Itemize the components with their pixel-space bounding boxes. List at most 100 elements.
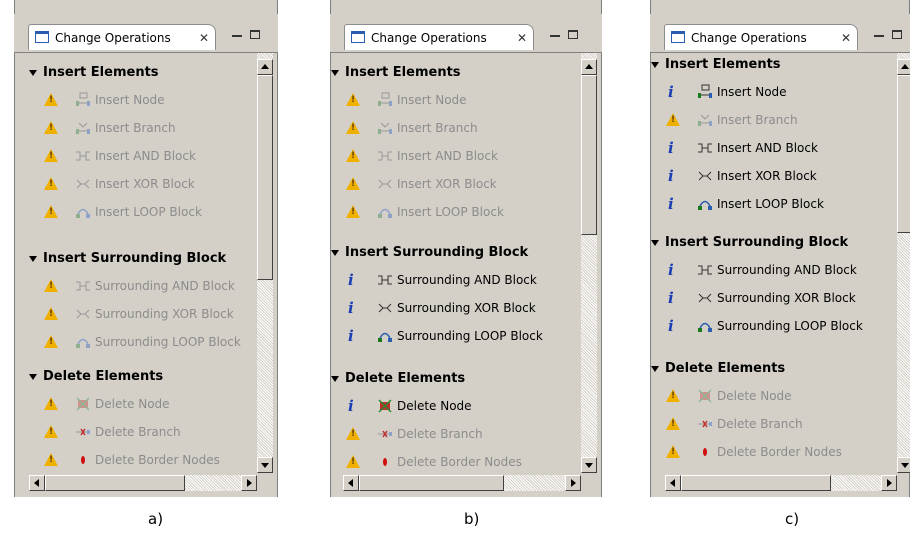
close-icon[interactable]: ✕ (841, 25, 851, 51)
scroll-down-button[interactable] (897, 457, 910, 473)
operation-item[interactable]: i Insert LOOP Block (665, 195, 895, 213)
status-indicator (665, 387, 681, 405)
section-header[interactable]: Insert Surrounding Block (651, 235, 848, 250)
maximize-icon[interactable] (250, 30, 260, 39)
status-indicator: i (665, 289, 681, 307)
section-header[interactable]: Insert Surrounding Block (29, 251, 226, 266)
change-operations-panel: Change Operations ✕ Insert Elements i In… (650, 0, 910, 497)
operation-item: Delete Border Nodes (345, 453, 579, 471)
section-header[interactable]: Delete Elements (651, 361, 785, 376)
operation-item[interactable]: i Surrounding LOOP Block (665, 317, 895, 335)
operation-item[interactable]: i Surrounding XOR Block (665, 289, 895, 307)
status-indicator (43, 395, 59, 413)
collapse-triangle-icon[interactable] (331, 375, 339, 382)
operation-item: Delete Border Nodes (43, 451, 255, 469)
operation-item[interactable]: i Surrounding AND Block (345, 271, 579, 289)
vertical-scrollbar[interactable] (581, 53, 597, 473)
operation-item: Surrounding XOR Block (43, 305, 255, 323)
warning-icon (44, 279, 58, 292)
operation-item: Delete Node (665, 387, 895, 405)
operation-item: Surrounding AND Block (43, 277, 255, 295)
operation-item[interactable]: i Surrounding LOOP Block (345, 327, 579, 345)
collapse-triangle-icon[interactable] (29, 69, 37, 76)
vertical-scroll-thumb[interactable] (581, 75, 597, 235)
status-indicator: i (345, 271, 361, 289)
view-icon (351, 31, 365, 43)
close-icon[interactable]: ✕ (199, 25, 209, 51)
maximize-icon[interactable] (568, 30, 578, 39)
warning-icon (346, 149, 360, 162)
minimize-icon[interactable] (232, 35, 242, 37)
collapse-triangle-icon[interactable] (651, 365, 659, 372)
horizontal-scrollbar[interactable] (29, 475, 257, 491)
scroll-left-button[interactable] (29, 475, 45, 491)
operation-item[interactable]: i Delete Node (345, 397, 579, 415)
maximize-icon[interactable] (892, 30, 902, 39)
scroll-up-button[interactable] (257, 59, 273, 75)
vertical-scrollbar[interactable] (257, 53, 273, 473)
status-indicator (345, 147, 361, 165)
operation-item[interactable]: i Insert XOR Block (665, 167, 895, 185)
status-indicator: i (345, 397, 361, 415)
scroll-up-button[interactable] (897, 59, 910, 75)
status-indicator: i (665, 195, 681, 213)
scroll-left-button[interactable] (665, 475, 681, 491)
horizontal-scroll-thumb[interactable] (359, 475, 504, 491)
scroll-right-button[interactable] (565, 475, 581, 491)
tab-change-operations[interactable]: Change Operations ✕ (664, 24, 858, 50)
status-indicator (345, 453, 361, 471)
scroll-left-button[interactable] (343, 475, 359, 491)
operation-item[interactable]: i Insert Node (665, 83, 895, 101)
warning-icon (44, 93, 58, 106)
insert-branch-icon (377, 120, 393, 136)
vertical-scrollbar[interactable] (897, 53, 910, 473)
horizontal-scroll-thumb[interactable] (45, 475, 185, 491)
status-indicator (345, 175, 361, 193)
minimize-icon[interactable] (874, 35, 884, 37)
collapse-triangle-icon[interactable] (29, 373, 37, 380)
operation-label: Insert LOOP Block (95, 205, 202, 219)
operation-label: Insert AND Block (397, 149, 498, 163)
warning-icon (44, 397, 58, 410)
horizontal-scrollbar[interactable] (665, 475, 897, 491)
status-indicator (43, 147, 59, 165)
tab-change-operations[interactable]: Change Operations ✕ (28, 24, 216, 50)
insert-node-icon (377, 92, 393, 108)
collapse-triangle-icon[interactable] (331, 69, 339, 76)
status-indicator (665, 443, 681, 461)
tab-change-operations[interactable]: Change Operations ✕ (344, 24, 534, 50)
xor-block-icon (75, 176, 91, 192)
horizontal-scroll-thumb[interactable] (681, 475, 831, 491)
collapse-triangle-icon[interactable] (331, 249, 339, 256)
arrow-up-icon (901, 64, 909, 69)
section-header[interactable]: Insert Surrounding Block (331, 245, 528, 260)
collapse-triangle-icon[interactable] (651, 239, 659, 246)
operation-label: Insert XOR Block (397, 177, 497, 191)
section-header[interactable]: Insert Elements (29, 65, 159, 80)
status-indicator: i (665, 317, 681, 335)
vertical-scroll-thumb[interactable] (257, 75, 273, 280)
operation-item: Insert AND Block (345, 147, 579, 165)
section-header[interactable]: Delete Elements (29, 369, 163, 384)
operation-item: Insert Branch (43, 119, 255, 137)
close-icon[interactable]: ✕ (517, 25, 527, 51)
section-header[interactable]: Delete Elements (331, 371, 465, 386)
horizontal-scrollbar[interactable] (343, 475, 581, 491)
scroll-up-button[interactable] (581, 59, 597, 75)
operation-item[interactable]: i Surrounding XOR Block (345, 299, 579, 317)
operation-item[interactable]: i Surrounding AND Block (665, 261, 895, 279)
collapse-triangle-icon[interactable] (651, 61, 659, 68)
scroll-down-button[interactable] (257, 457, 273, 473)
status-indicator (665, 415, 681, 433)
section-header[interactable]: Insert Elements (651, 57, 781, 72)
operation-item[interactable]: i Insert AND Block (665, 139, 895, 157)
minimize-icon[interactable] (550, 35, 560, 37)
operation-label: Surrounding AND Block (397, 273, 537, 287)
scroll-down-button[interactable] (581, 457, 597, 473)
vertical-scroll-thumb[interactable] (897, 75, 910, 233)
scroll-right-button[interactable] (881, 475, 897, 491)
scroll-right-button[interactable] (241, 475, 257, 491)
collapse-triangle-icon[interactable] (29, 255, 37, 262)
section-header[interactable]: Insert Elements (331, 65, 461, 80)
delete-branch-icon (697, 416, 713, 432)
